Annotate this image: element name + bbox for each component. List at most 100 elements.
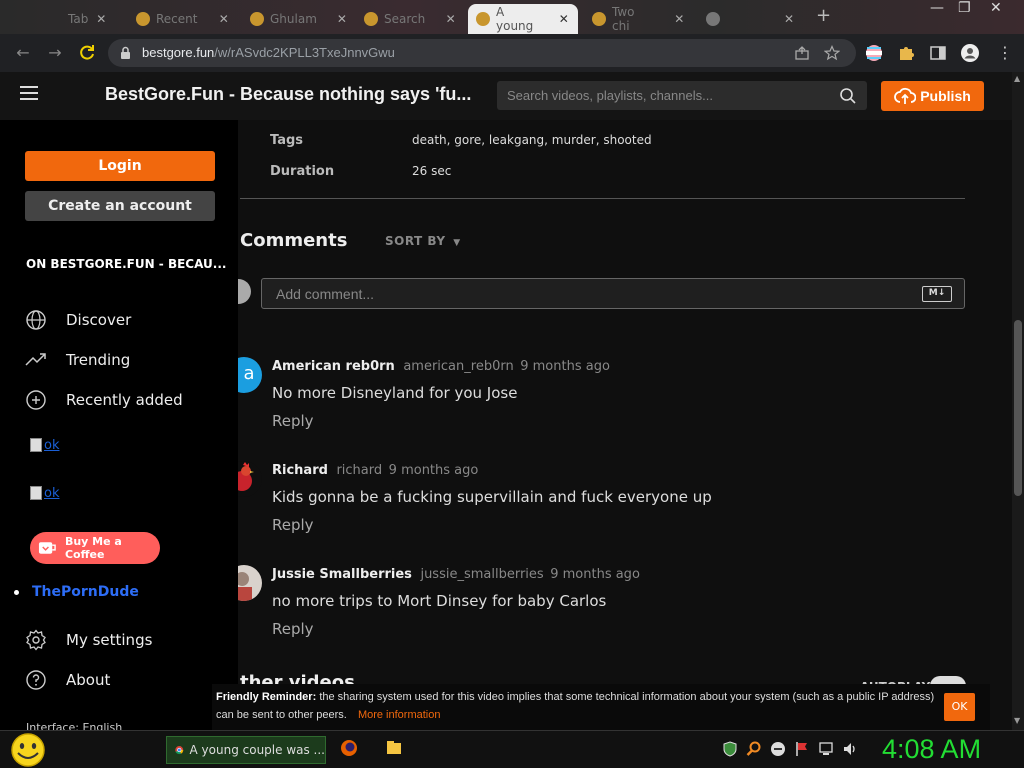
maximize-icon[interactable]: ❐ — [958, 0, 971, 16]
close-icon[interactable]: ✕ — [558, 12, 570, 26]
search-icon[interactable] — [839, 87, 857, 105]
taskbar-task-label: A young couple was ... — [189, 743, 325, 757]
file-manager-icon[interactable] — [385, 739, 403, 757]
share-icon[interactable] — [794, 45, 810, 61]
markdown-icon[interactable]: M↓ — [922, 286, 952, 302]
gear-icon — [26, 629, 46, 651]
reload-icon[interactable] — [76, 42, 98, 64]
comment-author[interactable]: Jussie Smallberries jussie_smallberries … — [272, 567, 640, 582]
browser-tab-active[interactable]: A young ✕ — [468, 4, 578, 34]
search-input[interactable] — [497, 81, 837, 110]
close-icon[interactable]: ✕ — [94, 12, 108, 26]
sidebar-link[interactable]: ThePornDude — [14, 584, 139, 600]
shield-icon[interactable] — [722, 741, 738, 757]
tags-value[interactable]: death, gore, leakgang, murder, shooted — [412, 133, 652, 147]
create-account-button[interactable]: Create an account — [25, 191, 215, 221]
sidebar-item-my-settings[interactable]: My settings — [25, 628, 152, 652]
avatar — [238, 279, 251, 304]
sidebar-item-about[interactable]: About — [25, 668, 110, 692]
url-text: bestgore.fun/w/rASvdc2KPLL3TxeJnnvGwu — [142, 45, 395, 60]
sort-by-dropdown[interactable]: SORT BY ▼ — [385, 234, 461, 248]
sidebar: Login Create an account ON BESTGORE.FUN … — [0, 120, 238, 730]
firefox-icon[interactable] — [340, 739, 358, 757]
search-box — [497, 81, 867, 110]
back-icon[interactable]: ← — [12, 42, 34, 64]
url-host: bestgore.fun — [142, 45, 215, 60]
avatar[interactable] — [238, 461, 262, 497]
tab-label: Tab — [68, 12, 89, 26]
scroll-up-icon[interactable]: ▲ — [1014, 74, 1020, 83]
browser-tab[interactable]: Tab ✕ — [30, 4, 130, 34]
close-icon[interactable]: ✕ — [782, 12, 796, 26]
browser-tab[interactable]: Recent ✕ — [128, 4, 238, 34]
sidebar-item-trending[interactable]: Trending — [25, 348, 130, 372]
broken-image-link[interactable]: ok — [30, 486, 59, 501]
extension-flag-icon[interactable] — [864, 43, 884, 63]
taskbar-chrome-task[interactable]: A young couple was ... — [166, 736, 326, 764]
comment: Richard richard 9 months ago Kids gonna … — [238, 461, 978, 551]
interface-language[interactable]: Interface: English — [26, 721, 122, 730]
start-smiley-icon[interactable] — [8, 732, 48, 768]
add-comment-input[interactable] — [262, 279, 902, 308]
comment-time[interactable]: 9 months ago — [550, 567, 640, 582]
volume-icon[interactable] — [842, 741, 858, 757]
close-icon[interactable]: ✕ — [337, 12, 347, 26]
favicon-icon — [706, 12, 720, 26]
hamburger-menu-icon[interactable] — [20, 86, 38, 104]
avatar-letter: a — [243, 363, 255, 384]
more-information-link[interactable]: More information — [358, 709, 441, 721]
window-close-icon[interactable]: ✕ — [990, 0, 1002, 16]
puzzle-icon[interactable] — [896, 43, 916, 63]
sidebar-item-label: About — [66, 671, 111, 689]
avatar[interactable] — [238, 565, 262, 601]
chrome-icon — [175, 746, 184, 755]
new-tab-icon[interactable]: + — [816, 5, 831, 26]
reply-button[interactable]: Reply — [272, 620, 314, 638]
browser-tab[interactable]: Two chi ✕ — [584, 4, 694, 34]
page-scrollbar[interactable]: ▲ ▼ — [1012, 72, 1024, 730]
address-bar[interactable]: bestgore.fun/w/rASvdc2KPLL3TxeJnnvGwu — [108, 39, 856, 67]
forward-icon[interactable]: → — [44, 42, 66, 64]
broken-image-link[interactable]: ok — [30, 438, 59, 453]
comment-author-name: American reb0rn — [272, 359, 395, 374]
minimize-icon[interactable]: — — [930, 0, 944, 16]
login-button[interactable]: Login — [25, 151, 215, 181]
avatar[interactable]: a — [238, 357, 262, 393]
sidebar-item-recently-added[interactable]: Recently added — [25, 388, 183, 412]
browser-tab[interactable]: Ghulam ✕ — [242, 4, 352, 34]
star-icon[interactable] — [824, 45, 840, 61]
status-icon[interactable] — [770, 741, 786, 757]
sidepanel-icon[interactable] — [928, 43, 948, 63]
site-header: BestGore.Fun - Because nothing says 'fu.… — [0, 72, 1012, 120]
profile-icon[interactable] — [960, 43, 980, 63]
close-icon[interactable]: ✕ — [672, 12, 686, 26]
duration-value: 26 sec — [412, 164, 452, 178]
network-icon[interactable] — [818, 741, 834, 757]
taskbar-clock[interactable]: 4:08 AM — [882, 734, 981, 765]
reply-button[interactable]: Reply — [272, 412, 314, 430]
menu-dots-icon[interactable]: ⋮ — [994, 42, 1016, 64]
comment-author[interactable]: American reb0rn american_reb0rn 9 months… — [272, 359, 610, 374]
close-icon[interactable]: ✕ — [217, 12, 230, 26]
comment-time[interactable]: 9 months ago — [389, 463, 479, 478]
buy-me-a-coffee-button[interactable]: Buy Me a Coffee — [30, 532, 160, 564]
close-icon[interactable]: ✕ — [445, 12, 456, 26]
site-title[interactable]: BestGore.Fun - Because nothing says 'fu.… — [105, 84, 471, 105]
publish-button[interactable]: Publish — [881, 81, 984, 111]
reminder-ok-button[interactable]: OK — [944, 693, 975, 721]
comment-author[interactable]: Richard richard 9 months ago — [272, 463, 478, 478]
scroll-down-icon[interactable]: ▼ — [1014, 716, 1020, 725]
magnifier-icon[interactable] — [746, 741, 762, 757]
os-taskbar: A young couple was ... 4:08 AM — [0, 730, 1024, 768]
flag-icon[interactable] — [794, 741, 810, 757]
comment-time[interactable]: 9 months ago — [520, 359, 610, 374]
sort-by-label: SORT BY — [385, 234, 446, 248]
reply-button[interactable]: Reply — [272, 516, 314, 534]
sidebar-item-discover[interactable]: Discover — [25, 308, 131, 332]
main-content: Tags death, gore, leakgang, murder, shoo… — [238, 120, 1012, 730]
comments-heading: Comments — [240, 230, 348, 251]
browser-tab[interactable]: ✕ — [698, 4, 808, 34]
scrollbar-thumb[interactable] — [1014, 320, 1022, 496]
browser-tab[interactable]: Search ✕ — [356, 4, 464, 34]
sidebar-item-label: Discover — [66, 311, 132, 329]
